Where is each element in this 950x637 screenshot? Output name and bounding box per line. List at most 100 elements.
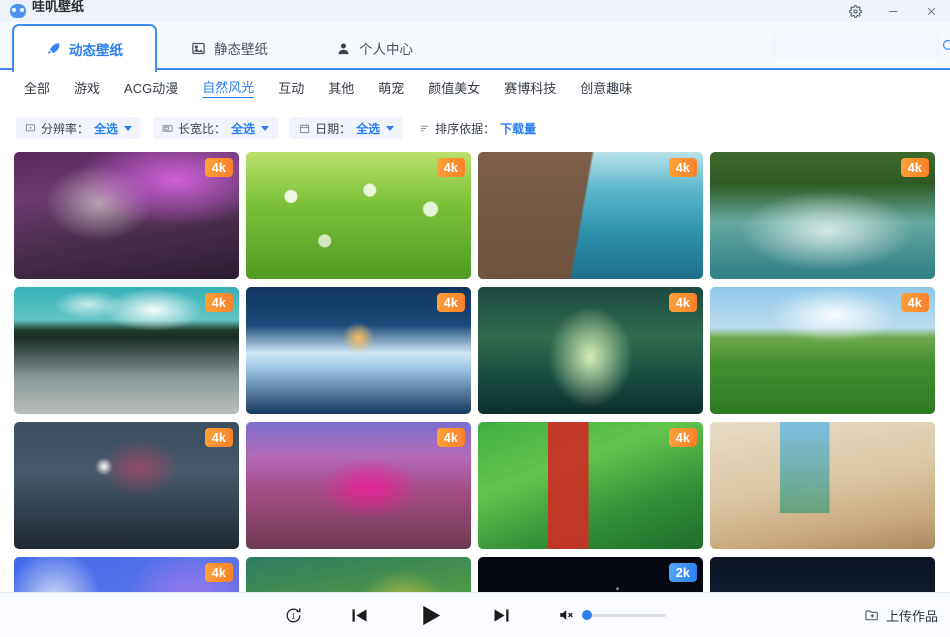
status-badge: 4k	[901, 158, 929, 177]
tab-dynamic-wallpaper[interactable]: 动态壁纸	[12, 24, 157, 72]
dark-mountain-ridge-thumbnail	[710, 557, 935, 592]
status-badge: 4k	[669, 293, 697, 312]
monitor-icon	[25, 123, 36, 134]
close-icon[interactable]	[912, 0, 950, 22]
category-creative[interactable]: 创意趣味	[580, 78, 632, 97]
gear-icon[interactable]	[836, 0, 874, 22]
chevron-down-icon[interactable]	[261, 126, 269, 131]
status-badge: 4k	[669, 428, 697, 447]
upload-button[interactable]: 上传作品	[864, 606, 938, 625]
category-cyber-tech[interactable]: 赛博科技	[504, 78, 556, 97]
anime-bedroom-window-thumbnail	[710, 422, 935, 549]
category-pets[interactable]: 萌宠	[378, 78, 404, 97]
category-all[interactable]: 全部	[24, 78, 50, 97]
wallpaper-card[interactable]: 4k	[14, 422, 239, 549]
filter-resolution[interactable]: 分辨率： 全选	[16, 117, 141, 139]
playback-controls: 1	[0, 593, 950, 637]
status-badge: 4k	[205, 158, 233, 177]
status-badge: 4k	[901, 293, 929, 312]
title-bar: 哇叽壁纸	[0, 0, 950, 22]
wallpaper-card[interactable]: 4k	[710, 287, 935, 414]
status-badge: 4k	[437, 428, 465, 447]
search-icon[interactable]	[941, 38, 950, 53]
filter-label: 分辨率：	[41, 120, 89, 137]
app-logo-icon	[10, 4, 26, 18]
category-acg[interactable]: ACG动漫	[124, 78, 178, 97]
filter-label: 日期：	[315, 120, 351, 137]
tab-label: 个人中心	[359, 38, 413, 58]
chevron-down-icon[interactable]	[386, 126, 394, 131]
status-badge: 4k	[205, 293, 233, 312]
search-box[interactable]	[770, 31, 942, 59]
category-beauty[interactable]: 颜值美女	[428, 78, 480, 97]
filter-bar: 分辨率： 全选 长宽比： 全选 日期： 全选	[0, 112, 950, 144]
category-interactive[interactable]: 互动	[278, 78, 304, 97]
category-nature[interactable]: 自然风光	[202, 77, 254, 98]
aspect-icon	[162, 123, 173, 134]
folder-plus-icon	[864, 607, 880, 623]
wallpaper-grid: 4k 4k 4k 4k 4k 4k 4k 4k	[14, 152, 936, 592]
play-icon[interactable]	[416, 601, 445, 630]
wallpaper-card[interactable]: 4k	[14, 557, 239, 592]
wallpaper-card[interactable]	[710, 557, 935, 592]
category-games[interactable]: 游戏	[74, 78, 100, 97]
filter-value: 全选	[231, 120, 255, 137]
rocket-icon	[46, 42, 61, 57]
green-yellow-nature-thumbnail	[246, 557, 471, 592]
status-badge: 4k	[437, 158, 465, 177]
filter-value: 全选	[94, 120, 118, 137]
user-icon	[336, 41, 351, 56]
status-badge: 4k	[437, 293, 465, 312]
wallpaper-card[interactable]	[710, 422, 935, 549]
status-badge: 4k	[669, 158, 697, 177]
app-title: 哇叽壁纸	[32, 1, 84, 13]
wallpaper-card[interactable]: 4k	[246, 152, 471, 279]
sort-icon	[419, 123, 430, 134]
wallpaper-card[interactable]: 4k	[14, 152, 239, 279]
tab-label: 静态壁纸	[214, 38, 268, 58]
volume-mute-icon[interactable]	[558, 606, 576, 624]
title-bar-brand: 哇叽壁纸	[0, 4, 84, 18]
wallpaper-card[interactable]: 4k	[246, 422, 471, 549]
tab-user-center[interactable]: 个人中心	[302, 26, 447, 70]
svg-text:1: 1	[292, 612, 296, 620]
status-badge: 2k	[669, 563, 697, 582]
filter-sort-by[interactable]: 排序依据： 下载量	[415, 117, 545, 139]
status-badge: 4k	[205, 563, 233, 582]
search-input[interactable]	[780, 38, 941, 52]
category-other[interactable]: 其他	[328, 78, 354, 97]
next-icon[interactable]	[491, 605, 512, 626]
volume-slider-handle[interactable]	[582, 610, 592, 620]
category-bar: 全部 游戏 ACG动漫 自然风光 互动 其他 萌宠 颜值美女 赛博科技 创意趣味	[0, 70, 950, 104]
tab-static-wallpaper[interactable]: 静态壁纸	[157, 26, 302, 70]
filter-aspect-ratio[interactable]: 长宽比： 全选	[153, 117, 278, 139]
upload-label: 上传作品	[886, 606, 938, 625]
minimize-icon[interactable]	[874, 0, 912, 22]
repeat-one-icon[interactable]: 1	[284, 606, 303, 625]
window-controls	[836, 0, 950, 22]
previous-icon[interactable]	[349, 605, 370, 626]
wallpaper-card[interactable]: 4k	[478, 152, 703, 279]
player-bar: 1	[0, 592, 950, 637]
chevron-down-icon[interactable]	[124, 126, 132, 131]
image-icon	[191, 41, 206, 56]
wallpaper-card[interactable]: 4k	[14, 287, 239, 414]
wallpaper-card[interactable]: 4k	[246, 287, 471, 414]
filter-date[interactable]: 日期： 全选	[290, 117, 403, 139]
filter-label: 排序依据：	[435, 120, 495, 137]
volume-control[interactable]	[558, 606, 666, 624]
tab-bar: 动态壁纸 静态壁纸	[0, 22, 950, 70]
calendar-icon	[299, 123, 310, 134]
tab-label: 动态壁纸	[69, 39, 123, 59]
app-window: 哇叽壁纸	[0, 0, 950, 637]
status-badge: 4k	[205, 428, 233, 447]
wallpaper-card[interactable]: 4k	[478, 422, 703, 549]
wallpaper-card[interactable]: 4k	[478, 287, 703, 414]
wallpaper-card[interactable]	[246, 557, 471, 592]
filter-value: 下载量	[500, 120, 536, 137]
volume-slider[interactable]	[582, 614, 666, 617]
wallpaper-card[interactable]: 4k	[710, 152, 935, 279]
filter-label: 长宽比：	[178, 120, 226, 137]
filter-value: 全选	[356, 120, 380, 137]
wallpaper-card[interactable]: 2k	[478, 557, 703, 592]
